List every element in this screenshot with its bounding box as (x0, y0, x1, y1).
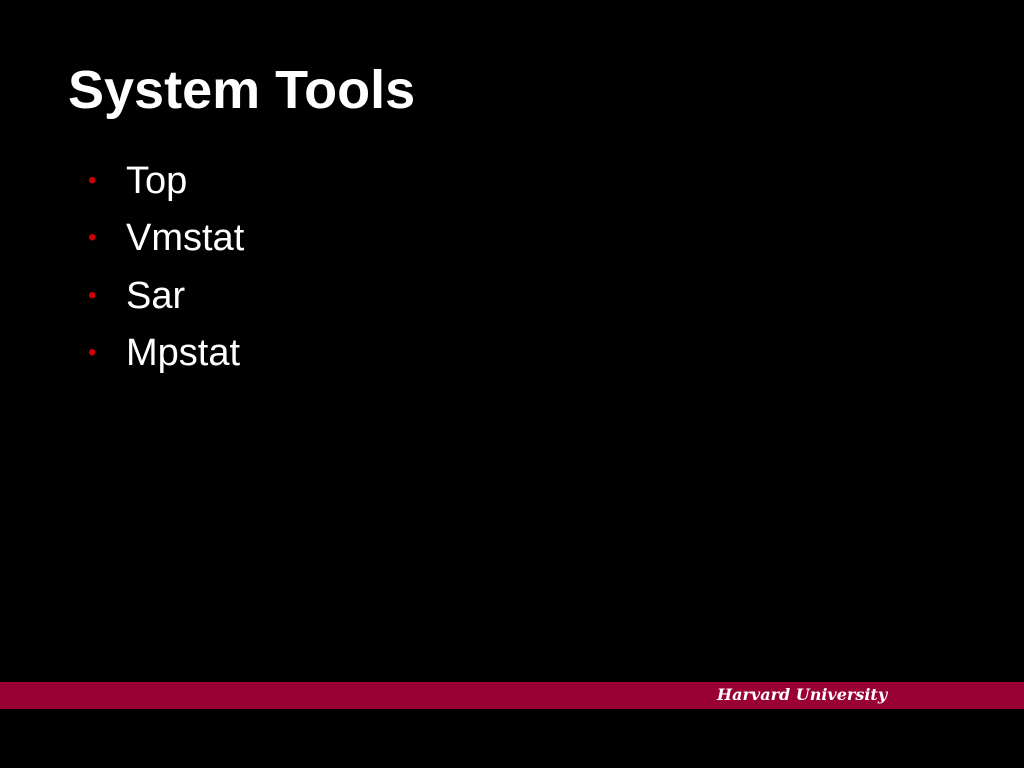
bullet-dot-icon: • (88, 281, 97, 309)
list-item: • Mpstat (88, 325, 244, 383)
bullet-dot-icon: • (88, 224, 97, 252)
bullet-text-sar: Sar (126, 274, 186, 317)
bullet-text-vmstat: Vmstat (126, 217, 245, 260)
bullet-dot-icon: • (88, 166, 97, 194)
list-item: • Vmstat (88, 210, 244, 268)
slide: System Tools • Top • Vmstat • Sar • Mpst… (0, 0, 1024, 768)
slide-title: System Tools (68, 60, 416, 120)
list-item: • Sar (88, 267, 244, 325)
bullet-list: • Top • Vmstat • Sar • Mpstat (88, 152, 244, 382)
bullet-text-top: Top (126, 159, 188, 202)
list-item: • Top (88, 152, 244, 210)
footer-brand: Harvard University (717, 685, 888, 704)
bullet-text-mpstat: Mpstat (126, 332, 241, 375)
footer-band: Harvard University (0, 682, 1024, 709)
bullet-dot-icon: • (88, 339, 97, 367)
